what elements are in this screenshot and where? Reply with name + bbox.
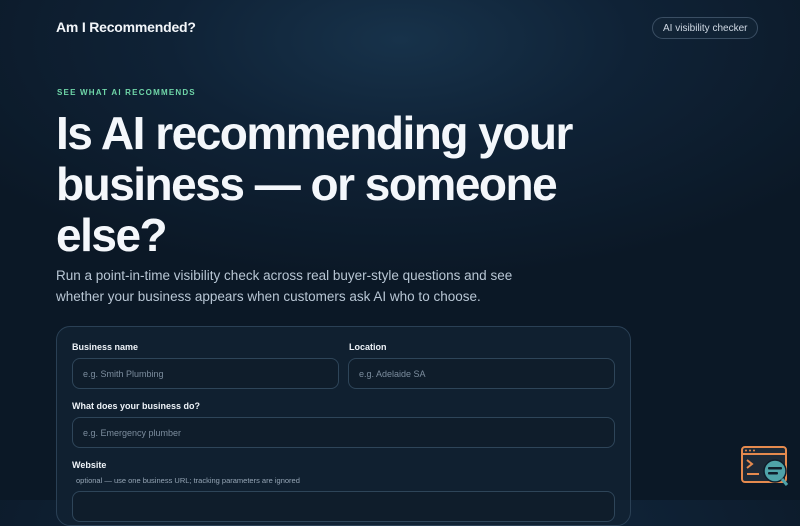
brand-logo[interactable]: Am I Recommended? [56,19,196,35]
website-input[interactable] [72,491,615,522]
business-description-label: What does your business do? [72,401,201,411]
hero-subtext: Run a point-in-time visibility check acr… [56,268,513,304]
support-chat-icon[interactable] [741,446,789,488]
eyebrow-label: SEE WHAT AI RECOMMENDS [57,88,196,97]
website-label: Website [72,460,107,470]
business-name-input[interactable] [72,358,339,389]
location-input[interactable] [348,358,615,389]
business-name-label: Business name [72,342,139,352]
hero-headline: Is AI recommending your business — or so… [56,107,573,261]
location-label: Location [349,342,387,352]
ai-visibility-badge: AI visibility checker [652,17,759,39]
website-hint: optional — use one business URL; trackin… [76,476,300,485]
support-chat-icon-graphic [741,446,789,486]
business-description-input[interactable] [72,417,615,448]
